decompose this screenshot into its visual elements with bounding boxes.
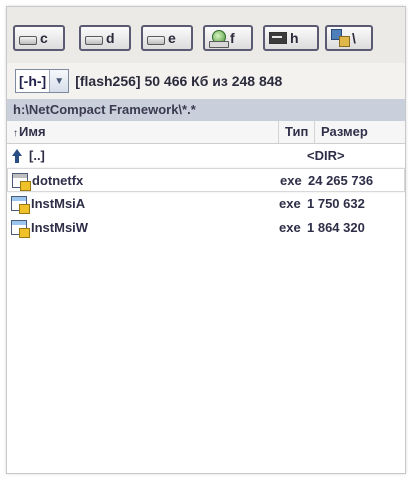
drive-icon — [147, 35, 165, 45]
file-type: exe — [279, 220, 301, 235]
column-header-size[interactable]: Размер — [315, 121, 405, 143]
file-row-instmsia[interactable]: InstMsiA exe 1 750 632 — [7, 192, 405, 216]
file-type: exe — [280, 173, 302, 188]
column-headers: ↑Имя Тип Размер — [7, 121, 405, 144]
free-space-label: [flash256] 50 466 Кб из 248 848 — [75, 73, 283, 89]
exe-icon — [11, 195, 30, 214]
file-name-cell: [..] — [11, 144, 277, 168]
column-header-name[interactable]: ↑Имя — [7, 121, 279, 143]
exe-icon — [12, 172, 31, 191]
drive-e-label: e — [168, 30, 176, 46]
current-path-bar[interactable]: h:\NetCompact Framework\*.* — [7, 99, 405, 121]
drive-d-label: d — [106, 30, 115, 46]
file-panel-window: c d e f h \ [-h-] ▼ [flash256] 50 466 Кб… — [6, 6, 406, 474]
drive-toolbar: c d e f h \ — [7, 7, 405, 63]
network-drive-icon — [209, 30, 229, 48]
file-size: 1 750 632 — [307, 196, 365, 211]
file-name: InstMsiW — [31, 220, 89, 235]
file-row-parent[interactable]: [..] <DIR> — [7, 144, 405, 168]
file-size: <DIR> — [307, 148, 345, 163]
column-header-name-label: Имя — [19, 124, 46, 139]
file-name-cell: InstMsiW — [11, 216, 277, 240]
file-name: InstMsiA — [31, 196, 86, 211]
file-size: 24 265 736 — [308, 173, 374, 188]
chevron-down-icon[interactable]: ▼ — [49, 70, 69, 92]
root-label: \ — [352, 30, 356, 46]
file-row-dotnetfx[interactable]: dotnetfx exe 24 265 736 — [7, 168, 405, 192]
exe-icon — [11, 219, 30, 238]
drive-h-button[interactable]: h — [263, 25, 319, 51]
column-header-size-label: Размер — [321, 124, 368, 139]
drive-select[interactable]: [-h-] ▼ — [15, 69, 70, 93]
root-folder-icon — [331, 29, 350, 47]
file-name-cell: InstMsiA — [11, 192, 277, 216]
drive-h-label: h — [290, 30, 299, 46]
drive-c-button[interactable]: c — [13, 25, 65, 51]
file-type: exe — [279, 196, 301, 211]
drive-icon — [85, 35, 103, 45]
drive-select-value: [-h-] — [19, 73, 47, 89]
flash-drive-icon — [269, 32, 287, 44]
file-row-instmsiw[interactable]: InstMsiW exe 1 864 320 — [7, 216, 405, 240]
up-dir-icon — [11, 148, 27, 164]
drive-f-label: f — [230, 30, 235, 46]
file-name: dotnetfx — [32, 173, 84, 188]
drive-e-button[interactable]: e — [141, 25, 193, 51]
column-header-type-label: Тип — [285, 124, 309, 139]
file-name-cell: dotnetfx — [12, 169, 278, 193]
drive-c-label: c — [40, 30, 48, 46]
file-list: [..] <DIR> dotnetfx exe 24 265 736 InstM… — [7, 144, 405, 240]
sort-arrow-icon: ↑ — [13, 128, 18, 139]
drive-info-row: [-h-] ▼ [flash256] 50 466 Кб из 248 848 — [7, 63, 405, 99]
column-header-type[interactable]: Тип — [279, 121, 315, 143]
drive-icon — [19, 35, 37, 45]
file-size: 1 864 320 — [307, 220, 365, 235]
drive-f-button[interactable]: f — [203, 25, 253, 51]
drive-d-button[interactable]: d — [79, 25, 131, 51]
file-name: [..] — [29, 148, 45, 163]
root-button[interactable]: \ — [325, 25, 373, 51]
